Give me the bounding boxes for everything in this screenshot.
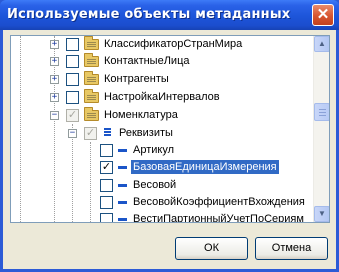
folder-icon	[84, 89, 99, 103]
tree-item-vesovoi-koeffitsient[interactable]: ВесовойКоэффициентВхождения	[11, 194, 314, 211]
scroll-down-button[interactable]: ▼	[314, 206, 329, 222]
item-checkbox[interactable]	[100, 144, 113, 157]
dialog-client-area: + КлассификаторСтранМира + КонтактныеЛиц…	[3, 30, 336, 269]
attribute-icon	[118, 184, 127, 187]
folder-icon	[84, 36, 99, 50]
tree-item-label: КлассификаторСтранМира	[104, 38, 243, 50]
cancel-button[interactable]: Отмена	[255, 237, 328, 260]
scroll-thumb[interactable]	[314, 103, 329, 121]
attribute-icon	[118, 201, 127, 204]
folder-icon	[84, 71, 99, 85]
tree-item-rekvizity[interactable]: − ✓ Реквизиты	[11, 125, 314, 142]
item-checkbox-partial[interactable]: ✓	[84, 127, 97, 140]
tree-item-kontragenty[interactable]: + Контрагенты	[11, 71, 314, 88]
tree-item-vesti-partionnyi[interactable]: ВестиПартионныйУчетПоСериям	[11, 211, 314, 223]
close-icon: ✕	[316, 6, 330, 23]
item-checkbox[interactable]	[100, 196, 113, 209]
dialog-window: Используемые объекты метаданных ✕ + Клас…	[0, 0, 339, 272]
tree-item-label-selected: БазоваяЕдиницаИзмерения	[131, 160, 279, 174]
chevron-down-icon: ▼	[318, 209, 326, 218]
folder-icon	[84, 53, 99, 67]
attribute-icon	[118, 218, 127, 221]
item-checkbox[interactable]	[66, 91, 79, 104]
item-checkbox-checked[interactable]: ✓	[100, 161, 113, 174]
folder-icon	[84, 107, 99, 121]
window-title: Используемые объекты метаданных	[7, 7, 291, 22]
metadata-tree[interactable]: + КлассификаторСтранМира + КонтактныеЛиц…	[10, 35, 330, 223]
expand-icon[interactable]: +	[50, 75, 59, 84]
tree-item-label: Контрагенты	[104, 73, 169, 85]
tree-item-bazovaya-edinitsa[interactable]: ✓ БазоваяЕдиницаИзмерения	[11, 159, 314, 176]
tree-item-label: ВестиПартионныйУчетПоСериям	[133, 213, 304, 223]
tree-item-label: ВесовойКоэффициентВхождения	[133, 196, 305, 208]
tree-item-kontaktnye-litsa[interactable]: + КонтактныеЛица	[11, 53, 314, 70]
attribute-icon	[118, 166, 127, 169]
tree-item-nastroika-intervalov[interactable]: + НастройкаИнтервалов	[11, 89, 314, 106]
item-checkbox[interactable]	[66, 38, 79, 51]
attributes-list-icon	[104, 128, 111, 139]
chevron-up-icon: ▲	[318, 39, 326, 48]
expand-icon[interactable]: +	[50, 40, 59, 49]
expand-icon[interactable]: +	[50, 57, 59, 66]
tree-item-label: КонтактныеЛица	[104, 55, 190, 67]
item-checkbox-partial[interactable]: ✓	[66, 109, 79, 122]
attribute-icon	[118, 149, 127, 152]
collapse-icon[interactable]: −	[50, 111, 59, 120]
tree-item-nomenklatura[interactable]: − ✓ Номенклатура	[11, 107, 314, 124]
title-bar[interactable]: Используемые объекты метаданных ✕	[0, 0, 339, 30]
item-checkbox[interactable]	[66, 55, 79, 68]
tree-item-label: НастройкаИнтервалов	[104, 91, 220, 103]
tree-item-klassifikator[interactable]: + КлассификаторСтранМира	[11, 36, 314, 53]
tree-item-label: Реквизиты	[119, 127, 173, 139]
item-checkbox[interactable]	[100, 213, 113, 222]
item-checkbox[interactable]	[100, 179, 113, 192]
tree-item-label: Номенклатура	[104, 109, 178, 121]
tree-item-artikul[interactable]: Артикул	[11, 142, 314, 159]
scroll-up-button[interactable]: ▲	[314, 36, 329, 52]
collapse-icon[interactable]: −	[68, 129, 77, 138]
tree-item-vesovoi[interactable]: Весовой	[11, 177, 314, 194]
close-button[interactable]: ✕	[312, 4, 334, 26]
tree-item-label: Артикул	[133, 144, 175, 156]
item-checkbox[interactable]	[66, 73, 79, 86]
tree-scrollbar[interactable]: ▲ ▼	[313, 36, 329, 222]
tree-item-label: Весовой	[133, 179, 177, 191]
expand-icon[interactable]: +	[50, 93, 59, 102]
ok-button[interactable]: ОК	[175, 237, 248, 260]
